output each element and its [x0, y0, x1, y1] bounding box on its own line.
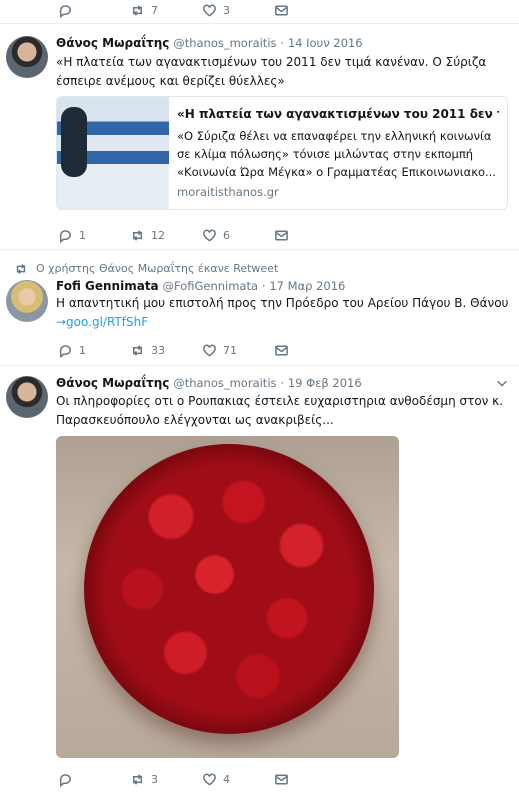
direct-message-button[interactable]: [274, 772, 304, 787]
retweet-notice: Ο χρήστης Θάνος Μωραΐτης έκανε Retweet: [16, 262, 278, 275]
author-handle[interactable]: @thanos_moraitis: [173, 36, 276, 50]
like-button[interactable]: 4: [202, 772, 274, 787]
tweet: Ο χρήστης Θάνος Μωραΐτης έκανε Retweet F…: [0, 250, 519, 366]
retweet-button[interactable]: 7: [130, 3, 202, 18]
retweet-icon: [133, 229, 142, 241]
tweet-actions: 1 12 6: [58, 226, 304, 244]
like-icon: [203, 229, 216, 242]
reply-button[interactable]: 1: [58, 228, 130, 243]
author-name[interactable]: Θάνος Μωραΐτης: [56, 36, 169, 50]
retweet-icon: [16, 264, 26, 274]
like-button[interactable]: 6: [202, 228, 274, 243]
retweet-icon: [133, 344, 142, 356]
tweet-actions: 7 3: [58, 1, 304, 19]
like-icon: [203, 344, 216, 357]
retweet-button[interactable]: 12: [130, 228, 202, 243]
message-icon: [275, 5, 288, 15]
tweet-header: Θάνος Μωραΐτης @thanos_moraitis · 19 Φεβ…: [56, 376, 362, 390]
reply-icon: [59, 344, 71, 358]
tweet-text: Η απαντητική μου επιστολή προς την Πρόεδ…: [56, 294, 513, 332]
like-button[interactable]: 3: [202, 3, 274, 18]
tweet: Θάνος Μωραΐτης @thanos_moraitis · 14 Ιου…: [0, 24, 519, 250]
avatar[interactable]: [6, 280, 48, 322]
separator: ·: [280, 376, 284, 390]
separator: ·: [261, 279, 266, 293]
message-icon: [275, 345, 288, 355]
tweet-text: Οι πληροφορίες οτι ο Ρουπακιας έστειλε ε…: [56, 394, 504, 427]
reply-button[interactable]: [58, 3, 130, 18]
retweet-icon: [133, 773, 142, 785]
tweet-photo[interactable]: [56, 436, 399, 758]
reply-icon: [59, 773, 71, 787]
tweet-date[interactable]: 14 Ιουν 2016: [288, 36, 363, 50]
tweet-actions: 3 4: [58, 770, 304, 788]
tweet-header: Θάνος Μωραΐτης @thanos_moraitis · 14 Ιου…: [56, 36, 363, 50]
chevron-down-icon[interactable]: [495, 376, 509, 390]
tweet: Θάνος Μωραΐτης @thanos_moraitis · 19 Φεβ…: [0, 366, 519, 804]
retweet-icon: [133, 4, 142, 16]
like-button[interactable]: 71: [202, 343, 274, 358]
reply-icon: [59, 229, 71, 243]
retweet-button[interactable]: 3: [130, 772, 202, 787]
separator: ·: [280, 36, 284, 50]
author-handle[interactable]: @FofiGennimata: [162, 279, 258, 293]
rose-bouquet-image: [84, 444, 374, 734]
card-domain: moraitisthanos.gr: [177, 185, 279, 199]
reply-button[interactable]: 1: [58, 343, 130, 358]
avatar[interactable]: [6, 376, 48, 418]
card-title: «Η πλατεία των αγανακτισμένων του 2011 δ…: [177, 107, 499, 121]
reply-icon: [59, 4, 71, 18]
tweet: 7 3: [0, 0, 519, 24]
like-icon: [203, 773, 216, 786]
author-name[interactable]: Fofi Gennimata: [56, 279, 159, 293]
author-handle[interactable]: @thanos_moraitis: [173, 376, 276, 390]
message-icon: [275, 230, 288, 240]
tweet-link[interactable]: →goo.gl/RTfShF: [56, 313, 513, 332]
tweet-header: Fofi Gennimata @FofiGennimata · 17 Μαρ 2…: [56, 279, 345, 293]
tweet-text: «Η πλατεία των αγανακτισμένων του 2011 δ…: [56, 55, 487, 88]
tweet-date[interactable]: 17 Μαρ 2016: [269, 279, 345, 293]
direct-message-button[interactable]: [274, 3, 304, 18]
reply-button[interactable]: [58, 772, 130, 787]
avatar[interactable]: [6, 36, 48, 78]
like-icon: [203, 4, 216, 17]
retweet-button[interactable]: 33: [130, 343, 202, 358]
direct-message-button[interactable]: [274, 228, 304, 243]
message-icon: [275, 774, 288, 784]
card-description: «Ο Σύριζα θέλει να επαναφέρει την ελληνι…: [177, 129, 496, 179]
author-name[interactable]: Θάνος Μωραΐτης: [56, 376, 169, 390]
direct-message-button[interactable]: [274, 343, 304, 358]
tweet-actions: 1 33 71: [58, 341, 304, 359]
tweet-date[interactable]: 19 Φεβ 2016: [288, 376, 362, 390]
link-card[interactable]: «Η πλατεία των αγανακτισμένων του 2011 δ…: [56, 96, 508, 210]
card-thumbnail: [57, 97, 169, 209]
